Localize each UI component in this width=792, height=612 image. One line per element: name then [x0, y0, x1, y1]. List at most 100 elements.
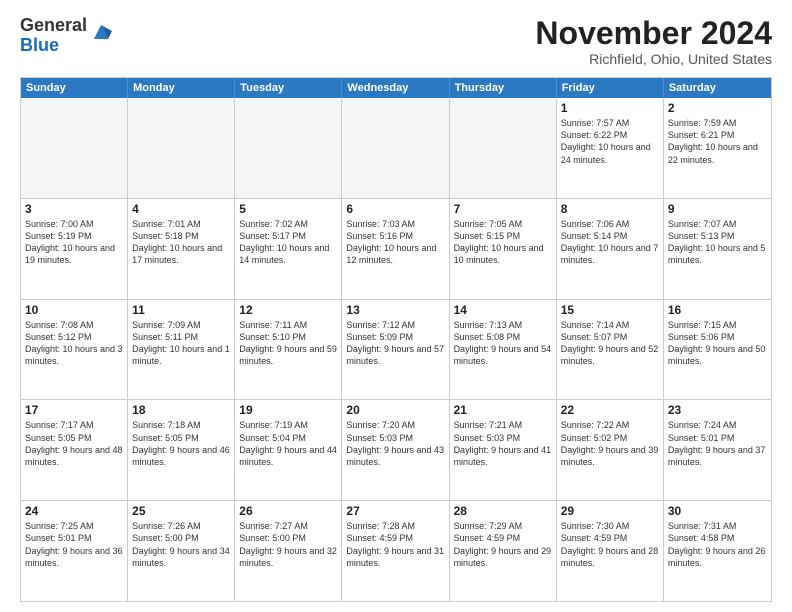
calendar-cell-16: 16Sunrise: 7:15 AM Sunset: 5:06 PM Dayli… — [664, 300, 771, 400]
day-number: 13 — [346, 303, 444, 317]
calendar-cell-9: 9 Sunrise: 7:07 AM Sunset: 5:13 PM Daylig… — [664, 199, 771, 299]
day-info: Sunrise: 7:31 AM Sunset: 4:58 PM Dayligh… — [668, 520, 767, 569]
calendar-cell-empty — [128, 98, 235, 198]
day-info: Sunrise: 7:06 AM Sunset: 5:14 PM Dayligh… — [561, 218, 659, 267]
calendar-cell-10: 10 Sunrise: 7:08 AM Sunset: 5:12 PM Dayli… — [21, 300, 128, 400]
calendar-cell-empty — [450, 98, 557, 198]
day-number: 18 — [132, 403, 230, 417]
day-info: Sunrise: 7:29 AM Sunset: 4:59 PM Dayligh… — [454, 520, 552, 569]
calendar-cell-empty — [21, 98, 128, 198]
calendar-cell-23: 23Sunrise: 7:24 AM Sunset: 5:01 PM Dayli… — [664, 400, 771, 500]
day-number: 6 — [346, 202, 444, 216]
calendar-row-1: 3Sunrise: 7:00 AM Sunset: 5:19 PM Daylig… — [21, 198, 771, 299]
header-day-tuesday: Tuesday — [235, 78, 342, 98]
calendar-row-4: 24Sunrise: 7:25 AM Sunset: 5:01 PM Dayli… — [21, 500, 771, 601]
logo-general: General — [20, 15, 87, 35]
calendar-cell-17: 17Sunrise: 7:17 AM Sunset: 5:05 PM Dayli… — [21, 400, 128, 500]
day-number: 8 — [561, 202, 659, 216]
logo-icon — [90, 21, 112, 43]
day-info: Sunrise: 7:19 AM Sunset: 5:04 PM Dayligh… — [239, 419, 337, 468]
day-number: 19 — [239, 403, 337, 417]
header-day-wednesday: Wednesday — [342, 78, 449, 98]
day-number: 25 — [132, 504, 230, 518]
day-number: 20 — [346, 403, 444, 417]
day-info: Sunrise: 7:03 AM Sunset: 5:16 PM Dayligh… — [346, 218, 444, 267]
calendar-cell-5: 5 Sunrise: 7:02 AM Sunset: 5:17 PM Daylig… — [235, 199, 342, 299]
day-number: 21 — [454, 403, 552, 417]
day-number: 5 — [239, 202, 337, 216]
calendar-cell-14: 14 Sunrise: 7:13 AM Sunset: 5:08 PM Dayli… — [450, 300, 557, 400]
calendar-cell-12: 12 Sunrise: 7:11 AM Sunset: 5:10 PM Dayli… — [235, 300, 342, 400]
calendar-cell-29: 29 Sunrise: 7:30 AM Sunset: 4:59 PM Dayli… — [557, 501, 664, 601]
day-number: 15 — [561, 303, 659, 317]
logo-blue: Blue — [20, 35, 59, 55]
day-number: 10 — [25, 303, 123, 317]
day-info: Sunrise: 7:21 AM Sunset: 5:03 PM Dayligh… — [454, 419, 552, 468]
day-info: Sunrise: 7:13 AM Sunset: 5:08 PM Dayligh… — [454, 319, 552, 368]
day-info: Sunrise: 7:15 AM Sunset: 5:06 PM Dayligh… — [668, 319, 767, 368]
calendar-cell-19: 19 Sunrise: 7:19 AM Sunset: 5:04 PM Dayli… — [235, 400, 342, 500]
calendar-cell-3: 3Sunrise: 7:00 AM Sunset: 5:19 PM Daylig… — [21, 199, 128, 299]
header-day-monday: Monday — [128, 78, 235, 98]
day-number: 11 — [132, 303, 230, 317]
day-number: 30 — [668, 504, 767, 518]
day-number: 26 — [239, 504, 337, 518]
day-number: 22 — [561, 403, 659, 417]
calendar-cell-1: 1Sunrise: 7:57 AM Sunset: 6:22 PM Daylig… — [557, 98, 664, 198]
day-info: Sunrise: 7:08 AM Sunset: 5:12 PM Dayligh… — [25, 319, 123, 368]
calendar-cell-6: 6 Sunrise: 7:03 AM Sunset: 5:16 PM Daylig… — [342, 199, 449, 299]
day-number: 9 — [668, 202, 767, 216]
day-number: 29 — [561, 504, 659, 518]
day-info: Sunrise: 7:02 AM Sunset: 5:17 PM Dayligh… — [239, 218, 337, 267]
day-number: 14 — [454, 303, 552, 317]
day-number: 2 — [668, 101, 767, 115]
calendar-header: SundayMondayTuesdayWednesdayThursdayFrid… — [21, 78, 771, 98]
calendar-cell-2: 2Sunrise: 7:59 AM Sunset: 6:21 PM Daylig… — [664, 98, 771, 198]
calendar-cell-21: 21 Sunrise: 7:21 AM Sunset: 5:03 PM Dayli… — [450, 400, 557, 500]
calendar-row-3: 17Sunrise: 7:17 AM Sunset: 5:05 PM Dayli… — [21, 399, 771, 500]
calendar-cell-26: 26 Sunrise: 7:27 AM Sunset: 5:00 PM Dayli… — [235, 501, 342, 601]
month-title: November 2024 — [535, 16, 772, 51]
day-info: Sunrise: 7:07 AM Sunset: 5:13 PM Dayligh… — [668, 218, 767, 267]
day-info: Sunrise: 7:30 AM Sunset: 4:59 PM Dayligh… — [561, 520, 659, 569]
calendar-cell-27: 27Sunrise: 7:28 AM Sunset: 4:59 PM Dayli… — [342, 501, 449, 601]
day-number: 17 — [25, 403, 123, 417]
calendar-cell-8: 8 Sunrise: 7:06 AM Sunset: 5:14 PM Daylig… — [557, 199, 664, 299]
day-info: Sunrise: 7:00 AM Sunset: 5:19 PM Dayligh… — [25, 218, 123, 267]
day-number: 28 — [454, 504, 552, 518]
calendar-cell-20: 20 Sunrise: 7:20 AM Sunset: 5:03 PM Dayli… — [342, 400, 449, 500]
day-number: 4 — [132, 202, 230, 216]
day-info: Sunrise: 7:25 AM Sunset: 5:01 PM Dayligh… — [25, 520, 123, 569]
day-info: Sunrise: 7:09 AM Sunset: 5:11 PM Dayligh… — [132, 319, 230, 368]
day-info: Sunrise: 7:12 AM Sunset: 5:09 PM Dayligh… — [346, 319, 444, 368]
day-info: Sunrise: 7:27 AM Sunset: 5:00 PM Dayligh… — [239, 520, 337, 569]
day-number: 23 — [668, 403, 767, 417]
day-info: Sunrise: 7:18 AM Sunset: 5:05 PM Dayligh… — [132, 419, 230, 468]
header-day-thursday: Thursday — [450, 78, 557, 98]
day-number: 1 — [561, 101, 659, 115]
day-info: Sunrise: 7:28 AM Sunset: 4:59 PM Dayligh… — [346, 520, 444, 569]
day-info: Sunrise: 7:20 AM Sunset: 5:03 PM Dayligh… — [346, 419, 444, 468]
day-info: Sunrise: 7:22 AM Sunset: 5:02 PM Dayligh… — [561, 419, 659, 468]
calendar: SundayMondayTuesdayWednesdayThursdayFrid… — [20, 77, 772, 602]
calendar-cell-18: 18 Sunrise: 7:18 AM Sunset: 5:05 PM Dayli… — [128, 400, 235, 500]
day-number: 12 — [239, 303, 337, 317]
calendar-cell-24: 24Sunrise: 7:25 AM Sunset: 5:01 PM Dayli… — [21, 501, 128, 601]
logo: General Blue — [20, 16, 112, 56]
day-info: Sunrise: 7:01 AM Sunset: 5:18 PM Dayligh… — [132, 218, 230, 267]
day-info: Sunrise: 7:11 AM Sunset: 5:10 PM Dayligh… — [239, 319, 337, 368]
day-info: Sunrise: 7:14 AM Sunset: 5:07 PM Dayligh… — [561, 319, 659, 368]
title-section: November 2024 Richfield, Ohio, United St… — [535, 16, 772, 67]
calendar-cell-13: 13 Sunrise: 7:12 AM Sunset: 5:09 PM Dayli… — [342, 300, 449, 400]
calendar-cell-28: 28 Sunrise: 7:29 AM Sunset: 4:59 PM Dayli… — [450, 501, 557, 601]
calendar-cell-empty — [235, 98, 342, 198]
calendar-cell-4: 4 Sunrise: 7:01 AM Sunset: 5:18 PM Daylig… — [128, 199, 235, 299]
header-day-saturday: Saturday — [664, 78, 771, 98]
calendar-cell-15: 15 Sunrise: 7:14 AM Sunset: 5:07 PM Dayli… — [557, 300, 664, 400]
location: Richfield, Ohio, United States — [535, 51, 772, 67]
calendar-cell-empty — [342, 98, 449, 198]
calendar-cell-30: 30 Sunrise: 7:31 AM Sunset: 4:58 PM Dayli… — [664, 501, 771, 601]
day-number: 7 — [454, 202, 552, 216]
day-info: Sunrise: 7:05 AM Sunset: 5:15 PM Dayligh… — [454, 218, 552, 267]
header-day-sunday: Sunday — [21, 78, 128, 98]
